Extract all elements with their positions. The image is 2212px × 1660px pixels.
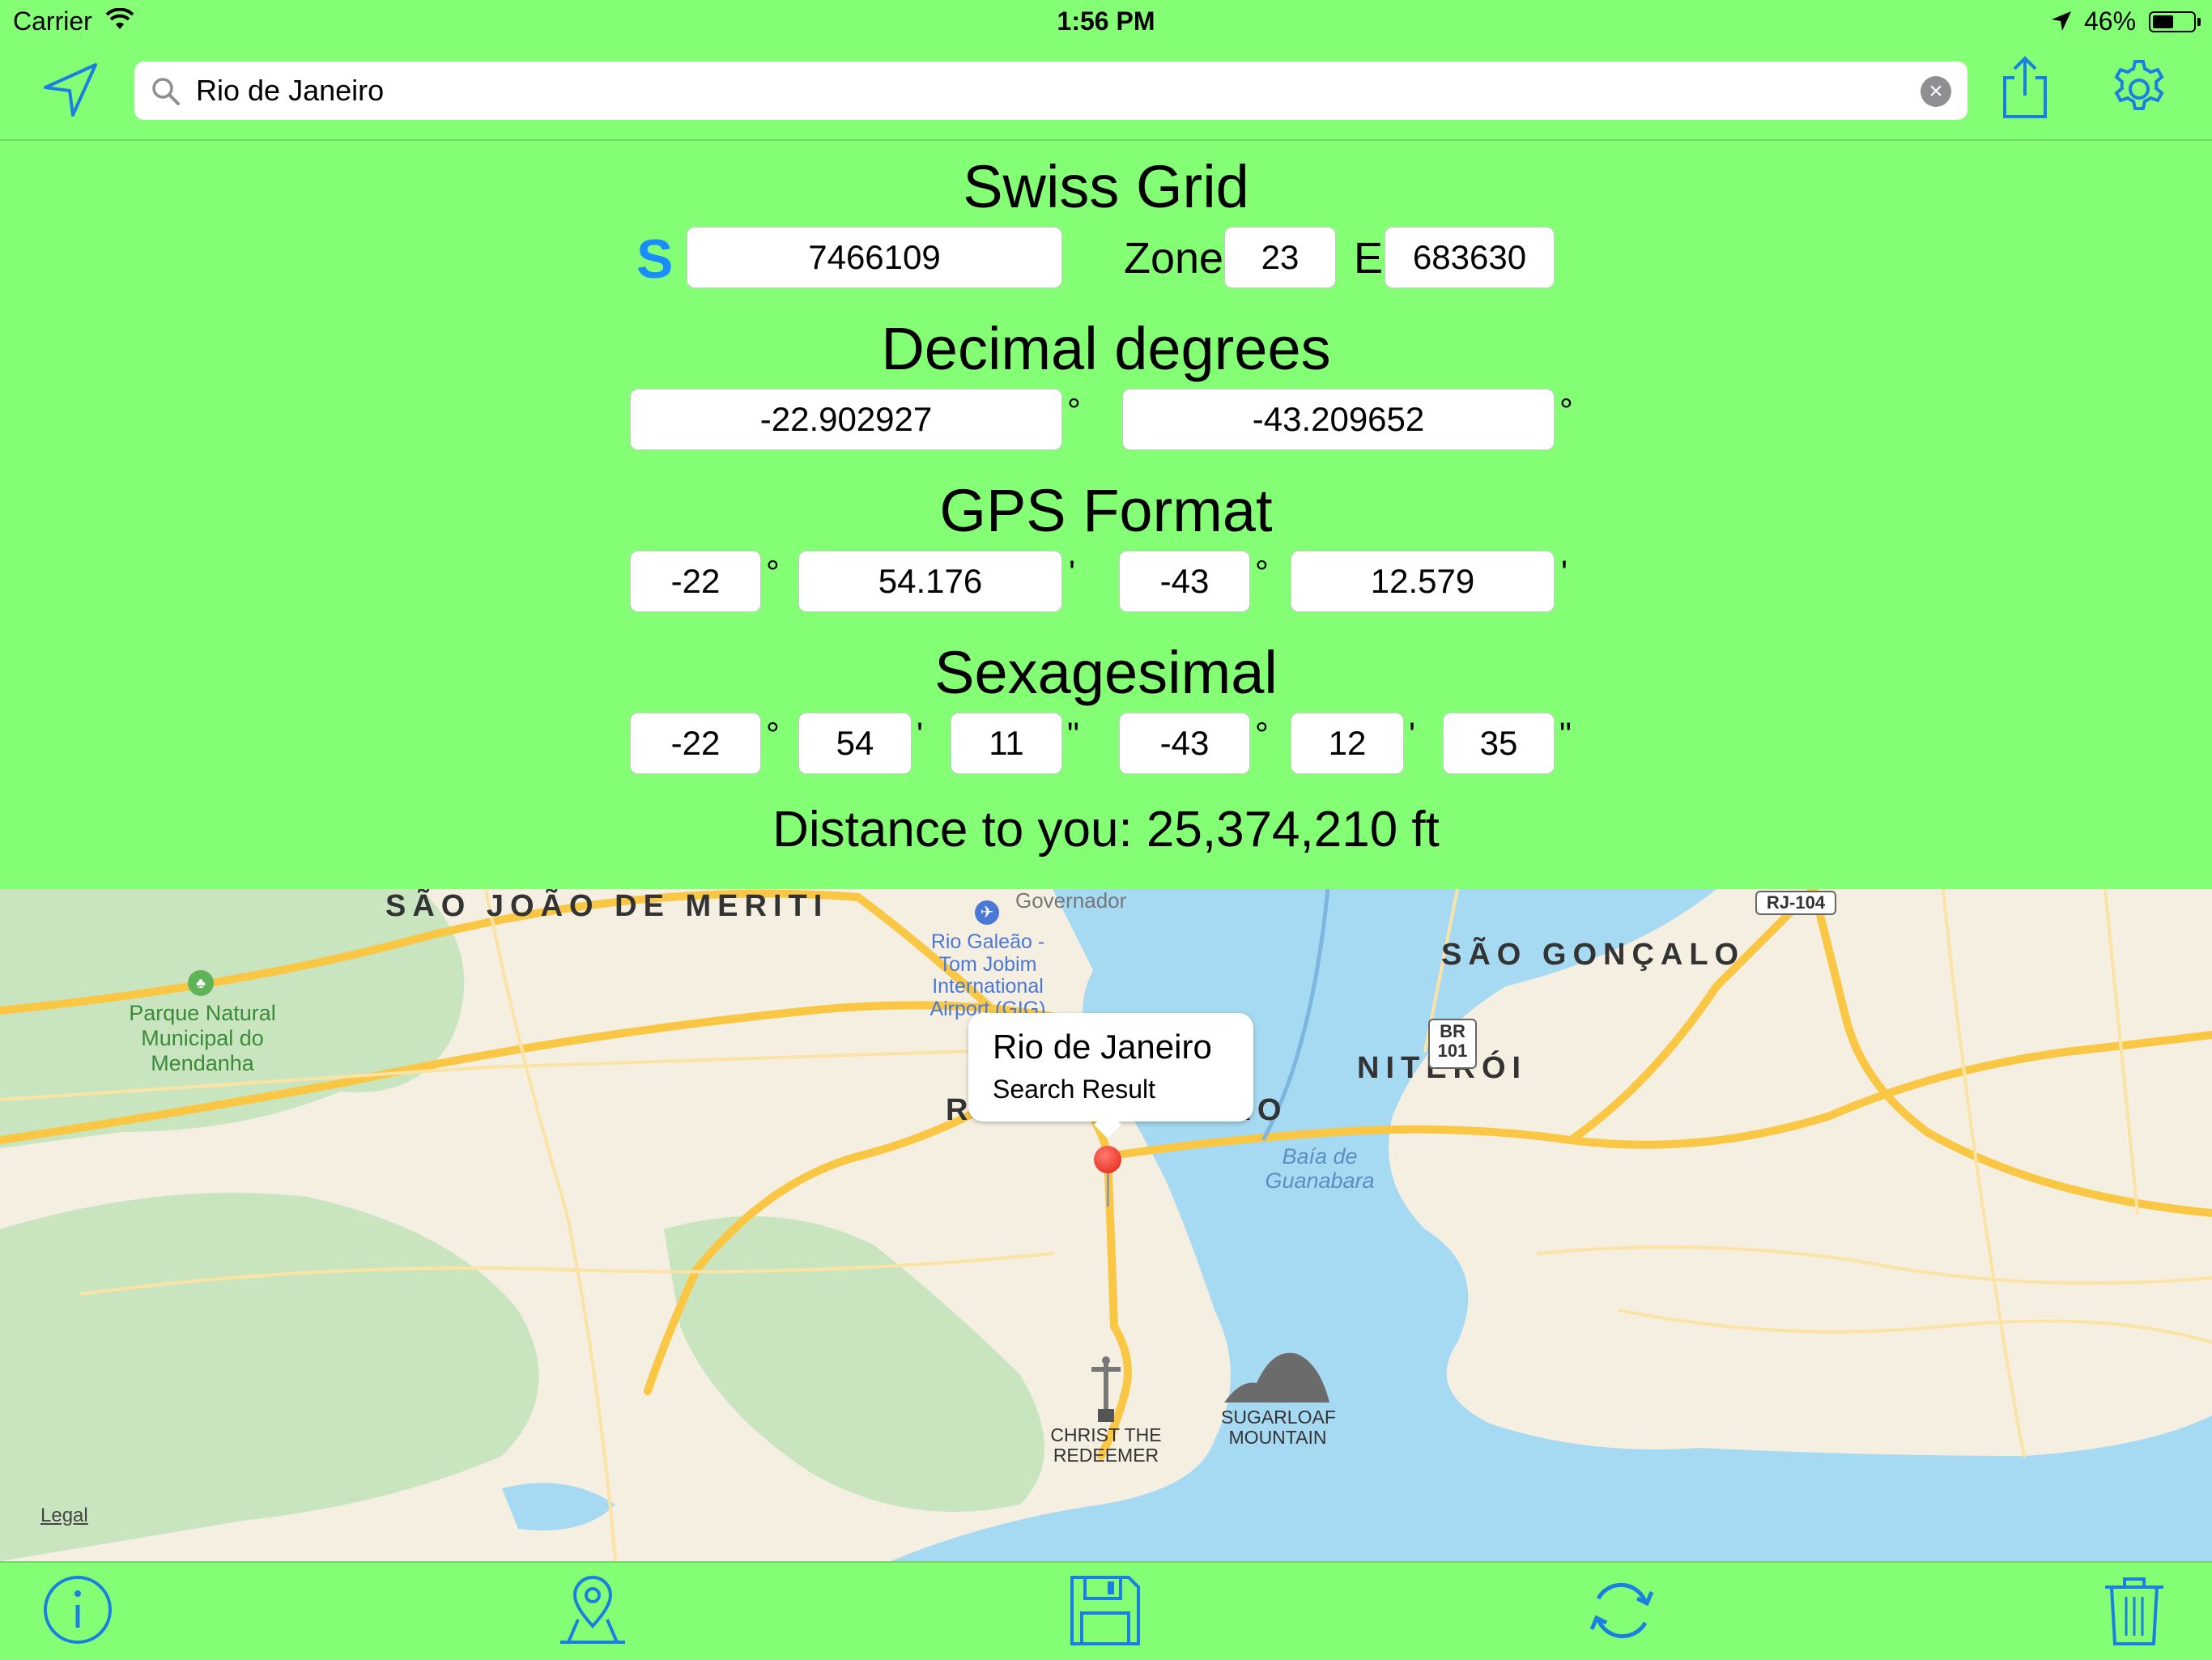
map-label-guanabara-bay: Baía de Guanabara [1265,1144,1375,1193]
map-label-christ-the-redeemer: CHRIST THE REDEEMER [1050,1424,1162,1466]
degree-symbol: ° [766,715,780,753]
minute-symbol: ' [1561,553,1568,591]
map-legal-link[interactable]: Legal [40,1505,88,1527]
gps-lat-min-field[interactable]: 54.176 [798,551,1062,612]
save-icon[interactable] [1069,1574,1142,1651]
decimal-lat-field[interactable]: -22.902927 [630,389,1062,450]
gps-format-title: GPS Format [939,477,1273,544]
gps-lon-min-field[interactable]: 12.579 [1291,551,1555,612]
callout-subtitle: Search Result [993,1075,1155,1104]
map-pin-icon[interactable] [1094,1146,1121,1173]
battery-percent: 46% [2084,6,2137,36]
degree-symbol: ° [1255,553,1269,591]
location-arrow-icon[interactable] [42,62,99,122]
map-pin-icon[interactable] [557,1574,628,1649]
clock: 1:56 PM [1057,6,1155,36]
map-pin-stick [1107,1171,1109,1207]
zone-field[interactable]: 23 [1224,227,1336,288]
search-result-callout[interactable]: Rio de Janeiro Search Result [968,1013,1253,1139]
map-label-mendanha-park: Parque Natural Municipal do Mendanha [129,1001,276,1076]
degree-symbol: ° [1255,715,1269,753]
minute-symbol: ' [1069,553,1076,591]
degree-symbol: ° [1559,391,1573,429]
easting-field[interactable]: 683630 [1385,227,1555,288]
map-label-governador: Governador [1015,889,1127,913]
airport-icon: ✈ [975,900,999,925]
map-label-sao-goncalo: SÃO GONÇALO [1441,938,1746,972]
br101-shield: BR 101 [1428,1019,1477,1069]
search-bar[interactable]: × [134,62,1967,120]
park-icon: ♣ [188,970,214,996]
gear-icon[interactable] [2108,58,2170,124]
gps-lon-deg-field[interactable]: -43 [1119,551,1250,612]
northing-field[interactable]: 7466109 [687,227,1062,288]
decimal-lon-field[interactable]: -43.209652 [1122,389,1555,450]
distance-readout: Distance to you: 25,374,210 ft [772,802,1440,858]
share-icon[interactable] [1998,55,2052,124]
clear-icon[interactable]: × [1921,76,1951,107]
sexa-lon-min-field[interactable]: 12 [1291,713,1404,774]
battery-icon [2149,11,2201,32]
sexa-lat-sec-field[interactable]: 11 [951,713,1062,774]
sexa-lon-sec-field[interactable]: 35 [1443,713,1555,774]
minute-symbol: ' [1409,715,1416,753]
hemisphere-toggle[interactable]: S [636,232,673,287]
sexagesimal-title: Sexagesimal [934,639,1278,706]
rj104-shield: RJ-104 [1755,891,1836,915]
status-bar: Carrier 1:56 PM 46% [0,0,2212,45]
degree-symbol: ° [766,553,780,591]
search-icon [151,76,181,111]
info-icon[interactable] [42,1574,113,1649]
second-symbol: " [1067,715,1079,753]
br101-shield-line1: BR [1440,1021,1465,1041]
sexa-lat-deg-field[interactable]: -22 [630,713,761,774]
easting-label: E [1354,234,1384,283]
degree-symbol: ° [1067,391,1081,429]
br101-shield-line2: 101 [1437,1041,1468,1061]
map-label-airport: Rio Galeão - Tom Jobim International Air… [929,930,1046,1020]
trash-icon[interactable] [2104,1574,2165,1651]
second-symbol: " [1559,715,1572,753]
gps-lat-deg-field[interactable]: -22 [630,551,761,612]
map-view[interactable]: SÃO JOÃO DE MERITI Governador Rio Galeão… [0,889,2212,1561]
map-label-sao-joao-de-meriti: SÃO JOÃO DE MERITI [385,889,829,923]
minute-symbol: ' [917,715,924,753]
map-label-sugarloaf-mountain: SUGARLOAF MOUNTAIN [1221,1407,1336,1449]
zone-label: Zone [1124,234,1224,283]
search-input[interactable] [196,62,1896,120]
callout-title: Rio de Janeiro [993,1028,1212,1066]
location-services-icon [2050,10,2073,36]
refresh-icon[interactable] [1585,1574,1658,1651]
swiss-grid-title: Swiss Grid [963,153,1249,220]
decimal-degrees-title: Decimal degrees [881,315,1331,382]
sexa-lat-min-field[interactable]: 54 [798,713,912,774]
sexa-lon-deg-field[interactable]: -43 [1119,713,1250,774]
